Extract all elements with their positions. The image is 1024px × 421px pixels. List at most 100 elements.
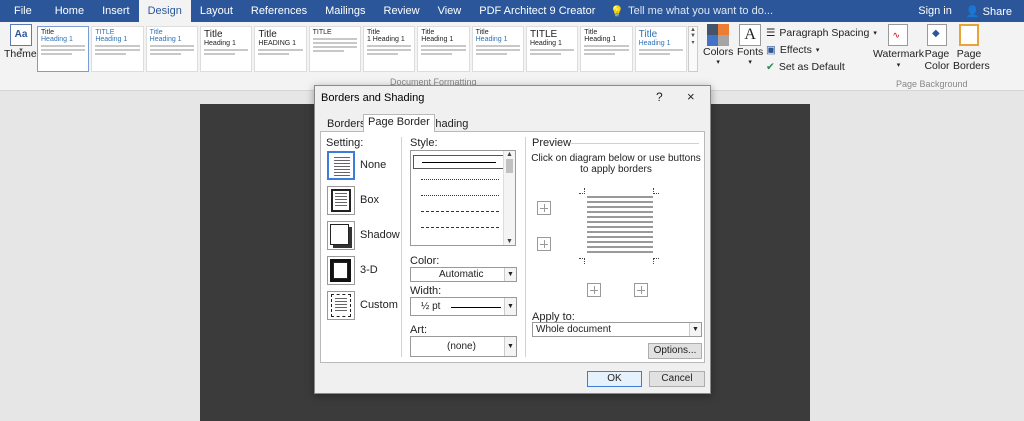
scroll-up-icon[interactable]: ▲ xyxy=(504,151,515,158)
fonts-button[interactable]: A Fonts ▾ xyxy=(737,24,763,66)
style-title: TITLE xyxy=(95,29,115,36)
sign-in-link[interactable]: Sign in xyxy=(918,5,952,17)
page-color-button[interactable]: ◆ Page Color xyxy=(921,24,953,72)
style-title: TITLE xyxy=(529,29,558,40)
style-list[interactable]: ▲ ▼ xyxy=(410,150,516,246)
watermark-icon: ∿ xyxy=(888,24,909,46)
setting-none-icon[interactable] xyxy=(327,151,355,180)
options-button[interactable]: Options... xyxy=(648,343,702,359)
style-option[interactable] xyxy=(421,179,499,180)
tab-home[interactable]: Home xyxy=(46,0,93,22)
preview-label: Preview xyxy=(532,137,572,149)
style-list-scrollbar[interactable]: ▲ ▼ xyxy=(503,151,515,245)
setting-box-icon[interactable] xyxy=(327,186,355,215)
cancel-button[interactable]: Cancel xyxy=(649,371,705,387)
tab-references[interactable]: References xyxy=(242,0,316,22)
colors-button[interactable]: Colors ▾ xyxy=(703,24,733,66)
page-border-panel: Setting: None Box Shadow 3-D Custom Styl… xyxy=(320,131,705,363)
set-as-default-button[interactable]: ✔ Set as Default xyxy=(766,58,877,75)
divider xyxy=(401,137,402,357)
border-left-button[interactable] xyxy=(587,283,601,297)
tab-review[interactable]: Review xyxy=(375,0,429,22)
border-bottom-button[interactable] xyxy=(537,237,551,251)
themes-button[interactable]: Aa Themes ▾ xyxy=(4,24,42,60)
style-option[interactable] xyxy=(421,195,499,196)
tell-me-box[interactable]: 💡 Tell me what you want to do... xyxy=(604,5,773,18)
chevron-down-icon: ▾ xyxy=(896,62,901,69)
page-color-label: Page Color xyxy=(924,48,950,72)
colors-icon xyxy=(707,24,730,46)
page-background-label: Page Background xyxy=(896,79,968,89)
tab-insert[interactable]: Insert xyxy=(93,0,139,22)
style-option-selected[interactable] xyxy=(413,155,505,169)
paragraph-spacing-button[interactable]: ☰ Paragraph Spacing ▾ xyxy=(766,24,877,41)
style-set-item[interactable]: Title Heading 1 xyxy=(199,26,253,72)
tab-layout[interactable]: Layout xyxy=(191,0,242,22)
setting-label: Setting: xyxy=(326,137,364,149)
style-set-item[interactable]: Title Heading 1 xyxy=(580,26,633,72)
setting-shadow-label[interactable]: Shadow xyxy=(360,229,400,241)
apply-to-dropdown[interactable]: Whole document ▼ xyxy=(532,322,702,337)
style-set-item[interactable]: Title Heading 1 xyxy=(471,26,524,72)
style-set-item[interactable]: TITLE xyxy=(308,26,361,72)
effects-button[interactable]: ▣ Effects ▾ xyxy=(766,41,877,58)
color-dropdown[interactable]: Automatic ▼ xyxy=(410,267,517,282)
help-button[interactable]: ? xyxy=(656,90,663,104)
share-button[interactable]: 👤 Share xyxy=(966,5,1012,18)
width-dropdown[interactable]: ½ pt ▼ xyxy=(410,297,517,316)
ok-button[interactable]: OK xyxy=(587,371,642,387)
close-button[interactable]: × xyxy=(687,89,695,104)
setting-3d-icon[interactable] xyxy=(327,256,355,285)
tab-page-border[interactable]: Page Border xyxy=(363,114,435,132)
chevron-down-icon: ▼ xyxy=(689,323,701,336)
watermark-button[interactable]: ∿ Watermark ▾ xyxy=(873,24,924,72)
themes-icon: Aa xyxy=(10,24,32,46)
setting-shadow-icon[interactable] xyxy=(327,221,355,250)
page-borders-button[interactable]: Page Borders xyxy=(953,24,990,72)
chevron-down-icon: ▾ xyxy=(748,59,752,66)
style-set-item[interactable]: Title Heading 1 xyxy=(634,26,687,72)
tab-view[interactable]: View xyxy=(429,0,471,22)
chevron-down-icon: ▾ xyxy=(815,46,820,54)
gallery-scroll[interactable]: ▲ ▼ ▾ xyxy=(688,26,698,72)
style-set-item[interactable]: TITLE Heading 1 xyxy=(91,26,144,72)
style-title: TITLE xyxy=(312,29,332,36)
scroll-down-icon[interactable]: ▼ xyxy=(504,238,515,245)
style-set-item[interactable]: Title Heading 1 xyxy=(37,26,90,72)
style-set-item[interactable]: Title HEADING 1 xyxy=(254,26,307,72)
lightbulb-icon: 💡 xyxy=(610,5,625,18)
style-title: Title xyxy=(475,29,489,36)
tab-mailings[interactable]: Mailings xyxy=(316,0,374,22)
dialog-title: Borders and Shading xyxy=(321,92,425,104)
tab-pdf-architect[interactable]: PDF Architect 9 Creator xyxy=(470,0,604,22)
style-set-item[interactable]: TITLE Heading 1 xyxy=(525,26,579,72)
watermark-label: Watermark xyxy=(873,48,924,60)
border-right-button[interactable] xyxy=(634,283,648,297)
style-title: Title xyxy=(421,29,435,36)
style-title: Title xyxy=(149,29,163,36)
setting-3d-label[interactable]: 3-D xyxy=(360,264,378,276)
setting-none-label[interactable]: None xyxy=(360,159,386,171)
set-as-default-label: Set as Default xyxy=(778,60,845,73)
fonts-label: Fonts xyxy=(737,46,764,58)
tab-design[interactable]: Design xyxy=(138,0,191,22)
art-dropdown[interactable]: (none) ▼ xyxy=(410,336,517,357)
setting-custom-icon[interactable] xyxy=(327,291,355,320)
setting-custom-label[interactable]: Custom xyxy=(360,299,398,311)
border-top-button[interactable] xyxy=(537,201,551,215)
effects-label: Effects xyxy=(779,43,812,56)
style-heading: Heading 1 xyxy=(421,36,454,43)
tell-me-placeholder: Tell me what you want to do... xyxy=(628,5,774,17)
setting-box-label[interactable]: Box xyxy=(360,194,379,206)
paragraph-spacing-label: Paragraph Spacing xyxy=(779,26,870,39)
style-title: Title xyxy=(638,29,658,40)
paragraph-spacing-icon: ☰ xyxy=(766,26,776,39)
style-set-item[interactable]: Title 1 Heading 1 xyxy=(362,26,416,72)
style-option[interactable] xyxy=(421,211,499,212)
style-set-item[interactable]: Title Heading 1 xyxy=(417,26,470,72)
style-option[interactable] xyxy=(421,227,499,228)
divider xyxy=(571,143,699,144)
tab-file[interactable]: File xyxy=(0,0,46,22)
style-set-item[interactable]: Title Heading 1 xyxy=(145,26,198,72)
ribbon-tab-bar: File Home Insert Design Layout Reference… xyxy=(0,0,1024,22)
